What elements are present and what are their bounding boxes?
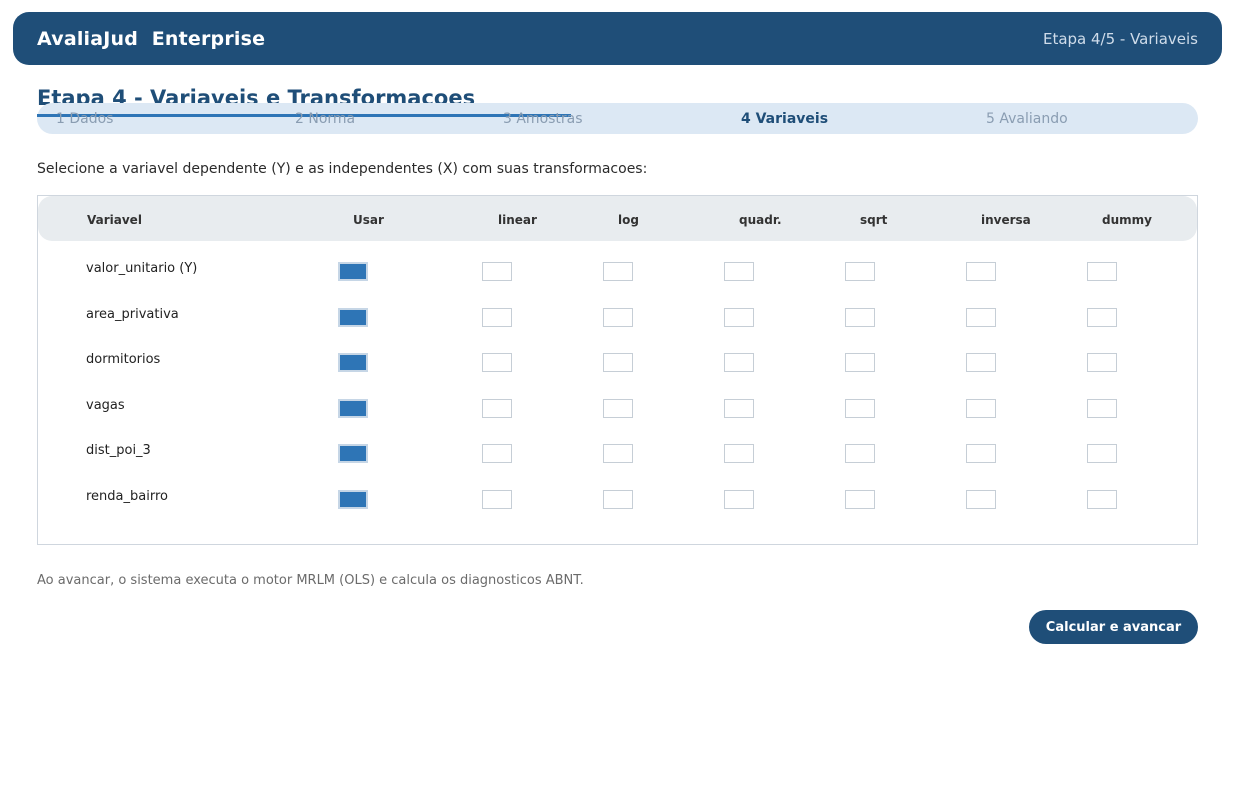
dummy-checkbox[interactable]: [1087, 308, 1117, 327]
sqrt-checkbox[interactable]: [845, 490, 875, 509]
use-checkbox[interactable]: [338, 353, 368, 372]
quadr-checkbox[interactable]: [724, 490, 754, 509]
app-title: AvaliaJud Enterprise: [37, 27, 266, 50]
quadr-checkbox[interactable]: [724, 444, 754, 463]
linear-checkbox[interactable]: [482, 308, 512, 327]
linear-checkbox[interactable]: [482, 444, 512, 463]
column-header-sqrt: sqrt: [860, 213, 888, 227]
linear-checkbox[interactable]: [482, 353, 512, 372]
column-header-log: log: [618, 213, 639, 227]
sqrt-checkbox[interactable]: [845, 444, 875, 463]
variable-name: vagas: [86, 398, 125, 413]
column-header-usar: Usar: [353, 213, 384, 227]
step-5: 5 Avaliando: [986, 111, 1068, 127]
variable-name: dist_poi_3: [86, 443, 151, 458]
inversa-checkbox[interactable]: [966, 308, 996, 327]
quadr-checkbox[interactable]: [724, 308, 754, 327]
footnote-text: Ao avancar, o sistema executa o motor MR…: [37, 573, 584, 588]
log-checkbox[interactable]: [603, 308, 633, 327]
step-2: 2 Norma: [295, 111, 356, 127]
use-checkbox[interactable]: [338, 444, 368, 463]
step-1: 1 Dados: [56, 111, 114, 127]
dummy-checkbox[interactable]: [1087, 490, 1117, 509]
inversa-checkbox[interactable]: [966, 399, 996, 418]
sqrt-checkbox[interactable]: [845, 262, 875, 281]
column-header-quadr: quadr.: [739, 213, 782, 227]
log-checkbox[interactable]: [603, 262, 633, 281]
dummy-checkbox[interactable]: [1087, 399, 1117, 418]
variable-name: renda_bairro: [86, 489, 168, 504]
dummy-checkbox[interactable]: [1087, 444, 1117, 463]
use-checkbox[interactable]: [338, 262, 368, 281]
linear-checkbox[interactable]: [482, 490, 512, 509]
dummy-checkbox[interactable]: [1087, 353, 1117, 372]
variable-name: area_privativa: [86, 307, 179, 322]
log-checkbox[interactable]: [603, 444, 633, 463]
stage-indicator: Etapa 4/5 - Variaveis: [1042, 29, 1198, 48]
sqrt-checkbox[interactable]: [845, 308, 875, 327]
log-checkbox[interactable]: [603, 353, 633, 372]
log-checkbox[interactable]: [603, 399, 633, 418]
dummy-checkbox[interactable]: [1087, 262, 1117, 281]
linear-checkbox[interactable]: [482, 262, 512, 281]
calculate-and-advance-button[interactable]: Calcular e avancar: [1029, 610, 1198, 644]
quadr-checkbox[interactable]: [724, 353, 754, 372]
use-checkbox[interactable]: [338, 399, 368, 418]
inversa-checkbox[interactable]: [966, 444, 996, 463]
log-checkbox[interactable]: [603, 490, 633, 509]
column-header-inversa: inversa: [981, 213, 1031, 227]
step-3: 3 Amostras: [503, 111, 583, 127]
column-header-linear: linear: [498, 213, 537, 227]
step-4: 4 Variaveis: [741, 111, 829, 127]
variable-name: dormitorios: [86, 352, 161, 367]
quadr-checkbox[interactable]: [724, 262, 754, 281]
inversa-checkbox[interactable]: [966, 490, 996, 509]
variable-name: valor_unitario (Y): [86, 261, 198, 276]
sqrt-checkbox[interactable]: [845, 353, 875, 372]
column-header-dummy: dummy: [1102, 213, 1152, 227]
table-header: Variavel Usar linear log quadr. sqrt inversa du…: [38, 196, 1197, 241]
quadr-checkbox[interactable]: [724, 399, 754, 418]
inversa-checkbox[interactable]: [966, 262, 996, 281]
column-header-variavel: Variavel: [87, 213, 142, 227]
use-checkbox[interactable]: [338, 490, 368, 509]
app-header: AvaliaJud Enterprise Etapa 4/5 - Variave…: [13, 12, 1222, 65]
use-checkbox[interactable]: [338, 308, 368, 327]
linear-checkbox[interactable]: [482, 399, 512, 418]
sqrt-checkbox[interactable]: [845, 399, 875, 418]
variables-table: Variavel Usar linear log quadr. sqrt inversa du…: [37, 195, 1198, 545]
instruction-text: Selecione a variavel dependente (Y) e as…: [37, 161, 648, 177]
inversa-checkbox[interactable]: [966, 353, 996, 372]
